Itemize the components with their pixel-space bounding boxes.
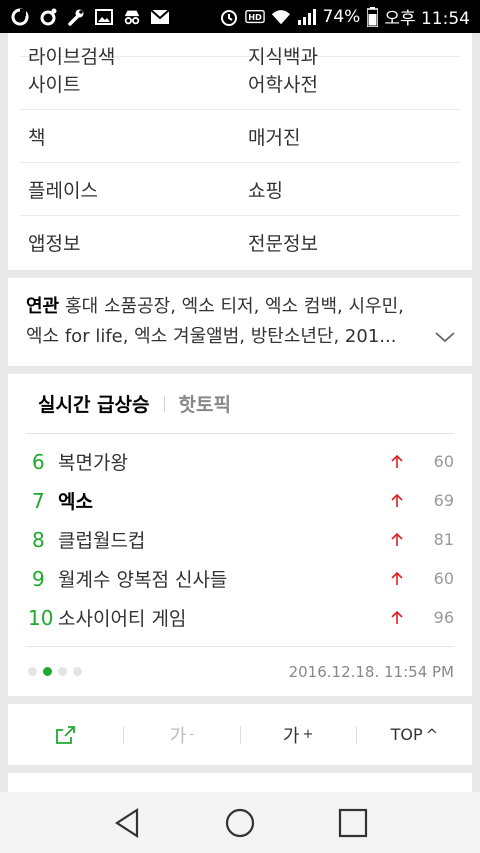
related-keywords[interactable]: 홍대 소품공장, 엑소 티저, 엑소 컴백, 시우민, 엑소 for life,… [26, 296, 404, 347]
battery-icon [366, 6, 378, 27]
top-button[interactable]: TOP ^ [357, 704, 472, 765]
wifi-icon [271, 8, 291, 26]
update-timestamp: 2016.12.18. 11:54 PM [288, 662, 454, 681]
trending-item[interactable]: 9 월계수 양복점 신사들 60 [26, 559, 454, 598]
top-caret: ^ [425, 725, 439, 744]
alarm-icon [219, 8, 239, 26]
category-dictionary[interactable]: 어학사전 [240, 70, 460, 97]
trending-item[interactable]: 6 복면가왕 60 [26, 442, 454, 481]
category-live-search[interactable]: 라이브검색 [20, 42, 240, 69]
rank-number: 8 [32, 527, 45, 552]
arrow-up-icon [391, 532, 403, 546]
category-row: 라이브검색 지식백과 [20, 33, 460, 68]
rank-number: 9 [32, 566, 45, 591]
image-icon [94, 8, 114, 26]
rank-change-count: 81 [433, 530, 454, 549]
rank-change-count: 96 [433, 608, 454, 627]
trending-item[interactable]: 10 소사이어티 게임 96 [26, 598, 454, 637]
page-dot[interactable] [58, 667, 67, 676]
home-circle-icon [225, 808, 255, 837]
rank-change-count: 60 [433, 569, 454, 588]
tab-hot-topic[interactable]: 핫토픽 [179, 390, 231, 417]
circle-o-icon [38, 8, 58, 26]
related-label: 연관 [26, 296, 60, 317]
realtime-trending-card: 실시간 급상승 핫토픽 6 복면가왕 60 7 엑소 69 8 클럽월드컵 81 9 월계수 양복점… [8, 374, 472, 696]
rank-number: 7 [32, 488, 45, 513]
font-decrease-button[interactable]: 가- [124, 704, 239, 765]
recents-square-icon [339, 808, 368, 837]
category-encyclopedia[interactable]: 지식백과 [240, 42, 460, 69]
arrow-up-icon [391, 493, 403, 507]
page-indicator [26, 667, 82, 676]
arrow-up-icon [391, 571, 403, 585]
next-card-edge [8, 773, 472, 793]
related-searches[interactable]: 연관 홍대 소품공장, 엑소 티저, 엑소 컴백, 시우민, 엑소 for lif… [26, 292, 426, 352]
font-increase-sign: + [302, 727, 314, 742]
signal-icon [297, 8, 317, 26]
wrench-icon [66, 8, 86, 26]
category-row: 플레이스 쇼핑 [20, 163, 460, 216]
share-icon [55, 725, 75, 744]
category-book[interactable]: 책 [20, 123, 240, 150]
system-nav-bar [0, 792, 480, 853]
page-dot[interactable] [43, 667, 52, 676]
search-category-card: 라이브검색 지식백과 사이트 어학사전 책 매거진 플레이스 쇼핑 앱정보 전문… [8, 33, 472, 270]
mail-icon [150, 8, 170, 26]
trending-tabs: 실시간 급상승 핫토픽 [26, 374, 454, 434]
tab-divider [163, 395, 165, 412]
hd-icon: HD [244, 8, 265, 26]
page-dot[interactable] [28, 667, 37, 676]
chevron-down-icon[interactable] [434, 326, 456, 348]
font-decrease-sign: - [189, 727, 194, 742]
home-button[interactable] [220, 803, 260, 843]
page-dot[interactable] [73, 667, 82, 676]
circle-g-icon [10, 8, 30, 26]
rank-keyword: 클럽월드컵 [58, 530, 146, 552]
rank-change-count: 69 [433, 491, 454, 510]
clock: 오후 11:54 [384, 9, 470, 29]
rank-keyword: 월계수 양복점 신사들 [58, 569, 228, 591]
rank-change-count: 60 [433, 452, 454, 471]
page-toolbar: 가- 가 + TOP ^ [8, 704, 472, 765]
incognito-icon [122, 8, 142, 26]
battery-percent: 74% [322, 6, 361, 27]
trending-item[interactable]: 8 클럽월드컵 81 [26, 520, 454, 559]
category-shopping[interactable]: 쇼핑 [240, 176, 460, 203]
tab-realtime[interactable]: 실시간 급상승 [26, 390, 150, 417]
category-expert-info[interactable]: 전문정보 [240, 229, 460, 256]
trending-list: 6 복면가왕 60 7 엑소 69 8 클럽월드컵 81 9 월계수 양복점 신사들 60 10 소사이어… [26, 434, 454, 637]
trending-item[interactable]: 7 엑소 69 [26, 481, 454, 520]
category-site[interactable]: 사이트 [20, 70, 240, 97]
category-row: 책 매거진 [20, 110, 460, 163]
rank-keyword: 복면가왕 [58, 452, 128, 474]
category-row: 앱정보 전문정보 [20, 216, 460, 269]
recents-button[interactable] [333, 803, 373, 843]
category-place[interactable]: 플레이스 [20, 176, 240, 203]
share-button[interactable] [8, 704, 123, 765]
font-increase-label: 가 [282, 725, 300, 747]
rank-number: 10 [28, 605, 54, 630]
arrow-up-icon [391, 610, 403, 624]
rank-number: 6 [32, 449, 45, 474]
back-triangle-icon [114, 807, 138, 838]
rank-keyword: 소사이어티 게임 [58, 608, 187, 630]
trending-footer: 2016.12.18. 11:54 PM [26, 646, 454, 696]
font-decrease-label: 가 [169, 725, 187, 747]
arrow-up-icon [391, 454, 403, 468]
svg-text:HD: HD [248, 12, 262, 22]
rank-keyword: 엑소 [58, 491, 93, 513]
category-magazine[interactable]: 매거진 [240, 123, 460, 150]
font-increase-button[interactable]: 가 + [241, 704, 356, 765]
status-bar: HD 74% 오후 11:54 [0, 0, 480, 33]
back-button[interactable] [107, 803, 147, 843]
related-searches-card: 연관 홍대 소품공장, 엑소 티저, 엑소 컴백, 시우민, 엑소 for lif… [8, 278, 472, 366]
top-label: TOP [390, 725, 423, 744]
category-app-info[interactable]: 앱정보 [20, 229, 240, 256]
